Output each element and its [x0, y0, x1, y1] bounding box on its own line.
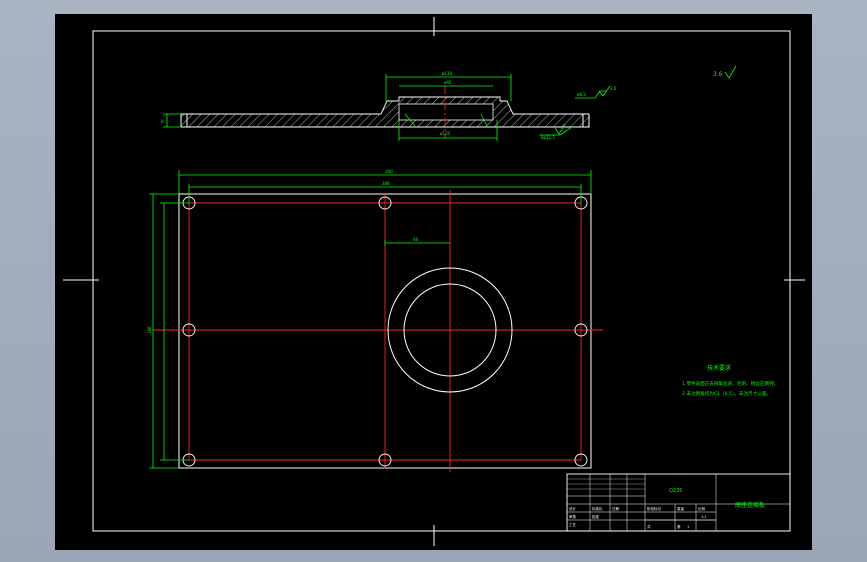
title-block[interactable]: Q235 底座连接板 设计 审核 工艺 标准化 批准 日期 阶段标记 重量 比例… [566, 473, 791, 532]
bore-cavity [398, 103, 494, 121]
svg-text:3.6: 3.6 [713, 71, 723, 78]
svg-text:标准化: 标准化 [592, 506, 603, 511]
svg-text:1.零件表面应去除氧化皮、毛刺、锐边应倒钝；: 1.零件表面应去除氧化皮、毛刺、锐边应倒钝； [682, 380, 778, 387]
scale-value: 1:1 [701, 515, 707, 519]
svg-text:ø120: ø120 [440, 131, 451, 136]
svg-text:3.6: 3.6 [610, 86, 617, 91]
svg-text:2.未注倒角均为C1（0.5）。未注尺寸公差。: 2.未注倒角均为C1（0.5）。未注尺寸公差。 [682, 390, 771, 397]
drawing-canvas[interactable]: 3.6 ø130 ø95 ø120 8 ø8.3 3.6 8ø12.5 300 … [55, 14, 812, 550]
svg-text:第: 第 [677, 524, 681, 529]
material-label: Q235 [669, 488, 682, 494]
svg-text:阶段标记: 阶段标记 [647, 506, 661, 511]
svg-text:186: 186 [147, 326, 152, 334]
svg-text:日期: 日期 [612, 506, 620, 511]
svg-text:300: 300 [385, 169, 393, 174]
technical-notes: 技术要求 1.零件表面应去除氧化皮、毛刺、锐边应倒钝； 2.未注倒角均为C1（0… [682, 364, 778, 397]
section-view[interactable]: ø130 ø95 ø120 8 ø8.3 3.6 8ø12.5 [161, 71, 617, 141]
svg-text:技术要求: 技术要求 [707, 364, 731, 372]
svg-text:8: 8 [161, 119, 164, 124]
sheet-number: 1 [687, 525, 689, 529]
svg-text:ø130: ø130 [442, 71, 453, 76]
svg-text:比例: 比例 [698, 506, 706, 511]
svg-text:ø95: ø95 [444, 80, 452, 85]
svg-text:共: 共 [647, 524, 651, 529]
svg-text:8ø12.5: 8ø12.5 [541, 135, 555, 140]
svg-text:设计: 设计 [569, 506, 577, 511]
section-hatch [180, 96, 590, 128]
svg-text:工艺: 工艺 [569, 522, 577, 527]
cad-viewport[interactable]: 3.6 ø130 ø95 ø120 8 ø8.3 3.6 8ø12.5 300 … [55, 14, 812, 550]
svg-text:重量: 重量 [677, 506, 685, 511]
svg-text:ø8.3: ø8.3 [577, 92, 586, 97]
svg-text:批准: 批准 [592, 514, 600, 519]
svg-text:288: 288 [382, 181, 390, 186]
plan-view[interactable]: 300 288 46 186 [147, 169, 603, 472]
svg-text:审核: 审核 [569, 514, 577, 519]
roughness-symbol: 3.6 [713, 65, 737, 79]
svg-text:46: 46 [413, 237, 419, 242]
part-name: 底座连接板 [735, 501, 765, 509]
